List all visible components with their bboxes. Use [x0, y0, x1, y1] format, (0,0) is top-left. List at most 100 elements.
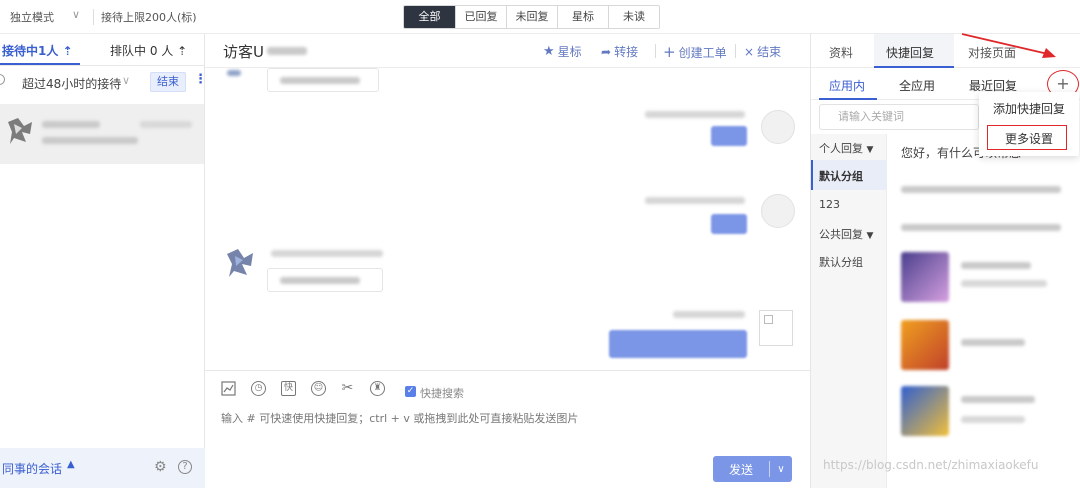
send-label: 发送 [728, 462, 753, 477]
visitor-title: 访客U [223, 43, 264, 61]
category-personal-label: 个人回复 [819, 142, 863, 155]
active-tab-indicator [0, 63, 80, 65]
annotation-arrow-icon [961, 33, 1056, 58]
help-icon[interactable]: ? [178, 460, 192, 474]
end-button[interactable]: 结束 [150, 72, 186, 92]
scissors-icon[interactable]: ✂ [340, 381, 355, 396]
divider [735, 44, 736, 58]
conversation-name-blurred [42, 121, 100, 128]
conversation-filter-bar: 超过48小时的接待 ∨ 结束 ⋮ [0, 66, 207, 98]
colleague-conversations-toggle[interactable]: 同事的会话 [2, 460, 62, 477]
clock-icon[interactable]: ◷ [251, 381, 266, 396]
broken-image-icon [759, 310, 793, 346]
quick-search-label: 快捷搜索 [420, 387, 464, 400]
quick-reply-thumbnail[interactable] [901, 320, 949, 370]
category-public-default[interactable]: 默认分组 [819, 254, 863, 270]
plus-icon: + [663, 43, 676, 61]
avatar [8, 118, 32, 144]
divider [655, 44, 656, 58]
filter-tab-unreplied[interactable]: 未回复 [506, 6, 557, 28]
gear-icon[interactable]: ⚙ [154, 460, 167, 474]
quick-reply-title-blurred [961, 339, 1025, 346]
message-meta-blurred [645, 197, 745, 204]
add-dropdown-menu: 添加快捷回复 更多设置 [979, 92, 1079, 156]
message-meta-blurred [673, 311, 745, 318]
divider [93, 9, 94, 25]
transfer-label: 转接 [614, 45, 639, 59]
avatar [761, 194, 795, 228]
create-ticket-label: 创建工单 [678, 45, 727, 60]
filter-tab-unread[interactable]: 未读 [608, 6, 659, 28]
quick-reply-thumbnail[interactable] [901, 252, 949, 302]
reception-limit[interactable]: 接待上限200人(标) [101, 9, 197, 25]
search-icon[interactable] [0, 74, 5, 85]
send-button[interactable]: 发送 ∨ [713, 456, 792, 482]
subtab-in-app[interactable]: 应用内 [829, 77, 865, 94]
sort-icon[interactable]: ⇡ [177, 44, 187, 58]
quick-reply-icon[interactable]: 快 [281, 381, 296, 396]
quick-reply-item[interactable] [901, 186, 1061, 193]
filter-tab-all[interactable]: 全部 [404, 6, 455, 28]
conversation-tabs: 接待中1人 ⇡ 排队中 0 人 ⇡ [0, 34, 204, 66]
add-quick-reply-item[interactable]: 添加快捷回复 [993, 100, 1065, 117]
category-personal[interactable]: 个人回复 ▼ [819, 140, 873, 156]
bot-icon[interactable]: ♜ [370, 381, 385, 396]
message-text-blurred [280, 277, 360, 284]
caret-down-icon: ▼ [866, 145, 874, 155]
chevron-down-icon[interactable]: ∨ [770, 464, 792, 475]
message-bubble [267, 268, 383, 292]
reply-category-column: 个人回复 ▼ 默认分组 123 公共回复 ▼ 默认分组 [811, 134, 887, 488]
chart-icon[interactable] [221, 381, 236, 396]
caret-up-icon[interactable]: ▲ [67, 459, 75, 470]
composer-toolbar: ◷ 快 ☺ ✂ ♜ ✓ 快捷搜索 [205, 370, 810, 400]
message-meta-blurred [645, 111, 745, 118]
message-input[interactable]: 输入 # 可快速使用快捷回复；ctrl + v 或拖拽到此处可直接粘贴发送图片 [221, 410, 578, 426]
emoji-icon[interactable]: ☺ [311, 381, 326, 396]
tab-profile[interactable]: 资料 [829, 44, 853, 61]
highlight-box [987, 125, 1067, 150]
transfer-button[interactable]: ➦ 转接 [601, 43, 638, 60]
list-item[interactable] [0, 104, 204, 164]
end-chat-button[interactable]: × 结束 [744, 43, 781, 60]
mode-selector[interactable]: 独立模式 [10, 9, 54, 25]
message-meta-blurred [271, 250, 383, 257]
top-bar: 独立模式 ∨ 接待上限200人(标) 全部 已回复 未回复 星标 未读 [0, 0, 1080, 34]
category-default-group[interactable]: 默认分组 [819, 168, 863, 184]
tab-serving[interactable]: 接待中1人 ⇡ [2, 42, 73, 59]
star-button[interactable]: ★ 星标 [543, 43, 582, 60]
caret-down-icon: ▼ [866, 231, 874, 241]
message-text-blurred [280, 77, 360, 84]
message-bubble [711, 214, 747, 234]
sort-icon[interactable]: ⇡ [63, 44, 73, 58]
chevron-down-icon[interactable]: ∨ [122, 74, 130, 87]
time-filter-select[interactable]: 超过48小时的接待 [22, 75, 121, 92]
quick-reply-desc-blurred [961, 416, 1025, 423]
chevron-down-icon[interactable]: ∨ [72, 8, 80, 21]
conversation-list-panel: 接待中1人 ⇡ 排队中 0 人 ⇡ 超过48小时的接待 ∨ 结束 ⋮ 同事的会话… [0, 34, 207, 488]
create-ticket-button[interactable]: + 创建工单 [663, 43, 727, 61]
colleague-conversations-bar: 同事的会话 ▲ ⚙ ? [0, 448, 205, 488]
tab-quick-reply[interactable]: 快捷回复 [886, 44, 934, 61]
keyword-search-input[interactable]: 请输入关键词 [819, 104, 979, 130]
tab-queue[interactable]: 排队中 0 人 ⇡ [110, 42, 187, 59]
watermark: https://blog.csdn.net/zhimaxiaokefu [823, 458, 1039, 472]
category-public[interactable]: 公共回复 ▼ [819, 226, 873, 242]
share-icon: ➦ [601, 44, 612, 59]
message-bubble [267, 68, 379, 92]
filter-tab-starred[interactable]: 星标 [557, 6, 608, 28]
avatar [227, 249, 253, 277]
message-bubble [711, 126, 747, 146]
active-tab-indicator [819, 98, 877, 100]
star-label: 星标 [557, 45, 582, 59]
filter-tab-replied[interactable]: 已回复 [455, 6, 506, 28]
quick-reply-desc-blurred [961, 280, 1047, 287]
quick-search-checkbox[interactable]: ✓ [405, 386, 416, 397]
quick-reply-thumbnail[interactable] [901, 386, 949, 436]
chat-header: 访客U ★ 星标 ➦ 转接 + 创建工单 × 结束 [205, 34, 810, 68]
quick-reply-item[interactable] [901, 224, 1061, 231]
quick-reply-title-blurred [961, 262, 1031, 269]
chat-panel: 访客U ★ 星标 ➦ 转接 + 创建工单 × 结束 ◷ 快 ☺ ✂ ♜ ✓ 快捷… [205, 34, 810, 488]
message-filter-tabs: 全部 已回复 未回复 星标 未读 [403, 5, 660, 29]
category-123[interactable]: 123 [819, 198, 840, 211]
subtab-all-apps[interactable]: 全应用 [899, 77, 935, 94]
